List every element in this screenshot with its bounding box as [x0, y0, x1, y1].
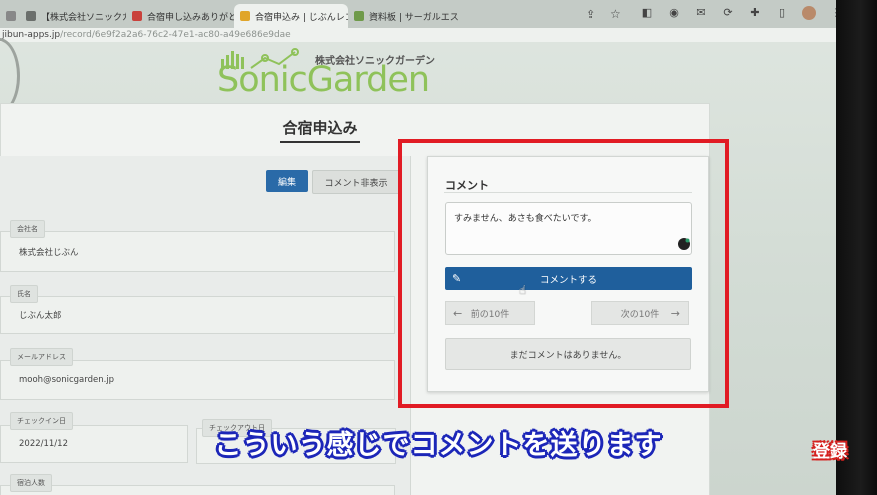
sidepanel-icon[interactable]: ▯	[775, 6, 789, 20]
avatar[interactable]	[802, 6, 816, 20]
gmail-extension-icon[interactable]: ✉	[694, 6, 708, 20]
page-title: 合宿申込み	[0, 117, 640, 143]
address-bar[interactable]: jibun-apps.jp/record/6e9f2a2a6-76c2-47e1…	[0, 28, 840, 42]
guests-field	[0, 485, 395, 495]
email-field: mooh@sonicgarden.jp	[0, 360, 395, 400]
wordmark: SonicGarden	[217, 60, 430, 100]
extension-icon[interactable]: ◧	[640, 6, 654, 20]
share-icon[interactable]: ⇪	[586, 8, 595, 21]
email-label: メールアドレス	[10, 348, 73, 366]
guests-label: 宿泊人数	[10, 474, 52, 492]
subscribe-badge[interactable]: 登録	[813, 437, 847, 462]
pinned-tab-icon	[6, 11, 16, 21]
video-subtitle: こういう感じでコメントを送ります	[214, 430, 663, 461]
profile-extension-icon[interactable]: ◉	[667, 6, 681, 20]
gmail-icon	[132, 11, 142, 21]
browser-tab-bar: 【株式会社ソニックガー 合宿申し込みありがと × 合宿申込み | じぶんレコ ×…	[0, 0, 840, 28]
tab-bulletin[interactable]: 資料板 | サーガルエス ×	[348, 4, 458, 28]
jibun-record-icon	[240, 11, 250, 21]
edit-button[interactable]: 編集	[266, 170, 308, 192]
sonicgarden-logo: 株式会社ソニックガーデン SonicGarden	[217, 46, 447, 106]
company-field: 株式会社じぶん	[0, 231, 395, 272]
puzzle-icon[interactable]: ✚	[748, 6, 762, 20]
tab-camp-application[interactable]: 合宿申込み | じぶんレコ ×	[234, 4, 348, 28]
site-favicon-icon	[26, 11, 36, 21]
name-field: じぶん太郎	[0, 296, 395, 334]
monitor-screen: 【株式会社ソニックガー 合宿申し込みありがと × 合宿申込み | じぶんレコ ×…	[0, 0, 840, 495]
url-text[interactable]: jibun-apps.jp/record/6e9f2a2a6-76c2-47e1…	[2, 28, 291, 42]
sync-icon[interactable]: ⟳	[721, 6, 735, 20]
site-favicon-icon	[354, 11, 364, 21]
company-label: 会社名	[10, 220, 45, 238]
hide-comments-button[interactable]: コメント非表示	[312, 170, 400, 194]
monitor-bezel	[836, 0, 877, 495]
tab-pinned[interactable]	[0, 4, 20, 28]
tab-gmail-thanks[interactable]: 合宿申し込みありがと ×	[126, 4, 234, 28]
bookmark-star-icon[interactable]: ☆	[610, 7, 621, 21]
browser-toolbar-icons: ◧ ◉ ✉ ⟳ ✚ ▯ ⋮	[640, 6, 840, 20]
name-label: 氏名	[10, 285, 38, 303]
highlight-frame	[398, 139, 729, 408]
tab-sonicgarden-company[interactable]: 【株式会社ソニックガー	[20, 4, 126, 28]
